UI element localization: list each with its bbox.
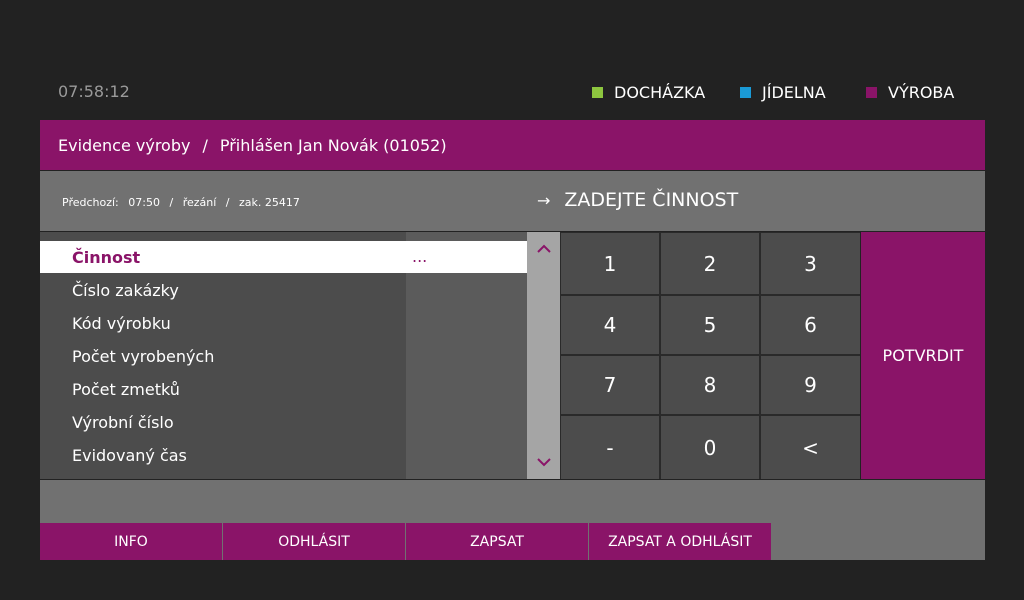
info-button[interactable]: INFO (40, 523, 222, 560)
mode-dochazka-label: DOCHÁZKA (614, 82, 706, 102)
numeric-keypad: 1 2 3 4 5 6 7 8 9 - 0 < (560, 232, 860, 479)
previous-order: zak. 25417 (239, 196, 300, 209)
key-5[interactable]: 5 (661, 296, 759, 354)
field-label: Výrobní číslo (72, 412, 174, 432)
mode-jidelna[interactable]: JÍDELNA (740, 80, 826, 104)
previous-activity: řezání (182, 196, 217, 209)
key-0[interactable]: 0 (661, 416, 759, 479)
vyroba-color-icon (866, 86, 877, 98)
logged-user: Přihlášen Jan Novák (01052) (219, 135, 447, 155)
jidelna-color-icon (740, 86, 751, 98)
mode-vyroba-label: VÝROBA (888, 82, 955, 102)
previous-label: Předchozí: (62, 196, 119, 209)
previous-sep-2: / (225, 196, 230, 209)
key-3[interactable]: 3 (761, 233, 860, 294)
active-field-value: ... (412, 247, 428, 266)
key-minus[interactable]: - (561, 416, 659, 479)
field-label: Počet zmetků (72, 379, 180, 399)
previous-record: Předchozí: 07:50 / řezání / zak. 25417 (62, 196, 306, 209)
confirm-button[interactable]: POTVRDIT (861, 232, 985, 479)
list-scrollbar[interactable] (527, 232, 560, 479)
field-label: Číslo zakázky (72, 280, 179, 300)
field-label: Kód výrobku (72, 313, 171, 333)
key-6[interactable]: 6 (761, 296, 860, 354)
dochazka-color-icon (592, 86, 603, 98)
section-title: Evidence výroby (58, 135, 191, 155)
key-8[interactable]: 8 (661, 356, 759, 414)
key-9[interactable]: 9 (761, 356, 860, 414)
title-separator: / (202, 135, 208, 155)
clock: 07:58:12 (58, 82, 130, 101)
chevron-up-icon[interactable] (527, 234, 560, 264)
save-button[interactable]: ZAPSAT (406, 523, 588, 560)
key-1[interactable]: 1 (561, 233, 659, 294)
logout-button[interactable]: ODHLÁSIT (223, 523, 405, 560)
key-4[interactable]: 4 (561, 296, 659, 354)
previous-sep-1: / (169, 196, 174, 209)
key-7[interactable]: 7 (561, 356, 659, 414)
active-field-label: Činnost (72, 247, 141, 267)
save-and-logout-button[interactable]: ZAPSAT A ODHLÁSIT (589, 523, 771, 560)
key-2[interactable]: 2 (661, 233, 759, 294)
active-field-row[interactable]: Činnost ... (40, 241, 527, 273)
prompt-text: ZADEJTE ČINNOST (564, 189, 739, 211)
arrow-right-icon: → (537, 190, 551, 210)
mode-vyroba[interactable]: VÝROBA (866, 80, 954, 104)
previous-time: 07:50 (128, 196, 160, 209)
field-label: Počet vyrobených (72, 346, 215, 366)
mode-switcher: DOCHÁZKA JÍDELNA VÝROBA (592, 80, 962, 104)
input-prompt: → ZADEJTE ČINNOST (537, 189, 738, 211)
info-bar: Předchozí: 07:50 / řezání / zak. 25417 →… (40, 171, 985, 231)
field-label: Evidovaný čas (72, 445, 187, 465)
chevron-down-icon[interactable] (527, 447, 560, 477)
title-bar: Evidence výroby / Přihlášen Jan Novák (0… (40, 120, 985, 170)
mode-dochazka[interactable]: DOCHÁZKA (592, 80, 705, 104)
mode-jidelna-label: JÍDELNA (762, 82, 826, 102)
key-backspace[interactable]: < (761, 416, 860, 479)
